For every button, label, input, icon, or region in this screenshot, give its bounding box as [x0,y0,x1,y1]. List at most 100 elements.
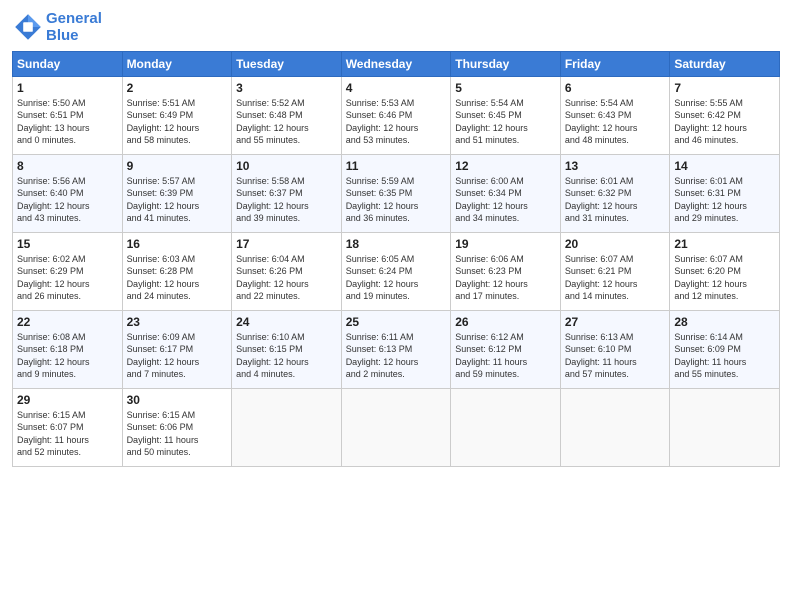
day-info: Sunrise: 6:02 AM Sunset: 6:29 PM Dayligh… [17,253,118,303]
calendar-cell: 21 Sunrise: 6:07 AM Sunset: 6:20 PM Dayli… [670,232,780,310]
calendar-cell: 14 Sunrise: 6:01 AM Sunset: 6:31 PM Dayli… [670,154,780,232]
day-number: 21 [674,237,775,251]
calendar-cell: 9 Sunrise: 5:57 AM Sunset: 6:39 PM Daylig… [122,154,232,232]
day-number: 20 [565,237,666,251]
day-number: 14 [674,159,775,173]
calendar-cell: 18 Sunrise: 6:05 AM Sunset: 6:24 PM Dayli… [341,232,451,310]
calendar-cell: 3 Sunrise: 5:52 AM Sunset: 6:48 PM Daylig… [232,76,342,154]
calendar-cell: 7Sunrise: 5:55 AM Sunset: 6:42 PM Daylig… [670,76,780,154]
day-info: Sunrise: 6:09 AM Sunset: 6:17 PM Dayligh… [127,331,228,381]
day-info: Sunrise: 6:01 AM Sunset: 6:31 PM Dayligh… [674,175,775,225]
day-number: 19 [455,237,556,251]
day-info: Sunrise: 6:07 AM Sunset: 6:21 PM Dayligh… [565,253,666,303]
calendar-cell: 10 Sunrise: 5:58 AM Sunset: 6:37 PM Dayli… [232,154,342,232]
day-number: 25 [346,315,447,329]
day-number: 28 [674,315,775,329]
day-info: Sunrise: 5:54 AM Sunset: 6:45 PM Dayligh… [455,97,556,147]
day-number: 2 [127,81,228,95]
day-info: Sunrise: 5:50 AM Sunset: 6:51 PM Dayligh… [17,97,118,147]
day-info: Sunrise: 6:04 AM Sunset: 6:26 PM Dayligh… [236,253,337,303]
calendar-cell: 22Sunrise: 6:08 AM Sunset: 6:18 PM Dayli… [13,310,123,388]
logo: General Blue [12,10,102,45]
day-info: Sunrise: 5:58 AM Sunset: 6:37 PM Dayligh… [236,175,337,225]
calendar-cell: 28 Sunrise: 6:14 AM Sunset: 6:09 PM Dayli… [670,310,780,388]
day-number: 7 [674,81,775,95]
calendar-cell: 30 Sunrise: 6:15 AM Sunset: 6:06 PM Dayli… [122,388,232,466]
weekday-header-monday: Monday [122,51,232,76]
calendar-cell [670,388,780,466]
day-info: Sunrise: 6:06 AM Sunset: 6:23 PM Dayligh… [455,253,556,303]
page-container: General Blue SundayMondayTuesdayWednesda… [0,0,792,477]
calendar-cell: 20 Sunrise: 6:07 AM Sunset: 6:21 PM Dayli… [560,232,670,310]
day-number: 11 [346,159,447,173]
day-number: 1 [17,81,118,95]
logo-icon [12,11,44,43]
day-info: Sunrise: 6:12 AM Sunset: 6:12 PM Dayligh… [455,331,556,381]
day-number: 29 [17,393,118,407]
day-info: Sunrise: 6:13 AM Sunset: 6:10 PM Dayligh… [565,331,666,381]
calendar-cell: 17 Sunrise: 6:04 AM Sunset: 6:26 PM Dayli… [232,232,342,310]
weekday-header-wednesday: Wednesday [341,51,451,76]
day-info: Sunrise: 6:15 AM Sunset: 6:07 PM Dayligh… [17,409,118,459]
day-number: 15 [17,237,118,251]
day-info: Sunrise: 6:07 AM Sunset: 6:20 PM Dayligh… [674,253,775,303]
calendar-cell: 2 Sunrise: 5:51 AM Sunset: 6:49 PM Daylig… [122,76,232,154]
day-info: Sunrise: 6:11 AM Sunset: 6:13 PM Dayligh… [346,331,447,381]
header: General Blue [12,10,780,45]
calendar-cell: 4Sunrise: 5:53 AM Sunset: 6:46 PM Daylig… [341,76,451,154]
day-info: Sunrise: 5:52 AM Sunset: 6:48 PM Dayligh… [236,97,337,147]
weekday-header-tuesday: Tuesday [232,51,342,76]
day-info: Sunrise: 6:03 AM Sunset: 6:28 PM Dayligh… [127,253,228,303]
day-number: 10 [236,159,337,173]
day-info: Sunrise: 5:59 AM Sunset: 6:35 PM Dayligh… [346,175,447,225]
day-number: 13 [565,159,666,173]
day-info: Sunrise: 5:53 AM Sunset: 6:46 PM Dayligh… [346,97,447,147]
calendar-cell [232,388,342,466]
day-info: Sunrise: 6:01 AM Sunset: 6:32 PM Dayligh… [565,175,666,225]
calendar-cell: 8 Sunrise: 5:56 AM Sunset: 6:40 PM Daylig… [13,154,123,232]
day-info: Sunrise: 5:54 AM Sunset: 6:43 PM Dayligh… [565,97,666,147]
day-number: 5 [455,81,556,95]
calendar-cell [451,388,561,466]
calendar-cell: 16 Sunrise: 6:03 AM Sunset: 6:28 PM Dayli… [122,232,232,310]
calendar-cell: 25 Sunrise: 6:11 AM Sunset: 6:13 PM Dayli… [341,310,451,388]
calendar-cell: 15 Sunrise: 6:02 AM Sunset: 6:29 PM Dayli… [13,232,123,310]
day-info: Sunrise: 6:14 AM Sunset: 6:09 PM Dayligh… [674,331,775,381]
calendar-table: SundayMondayTuesdayWednesdayThursdayFrid… [12,51,780,467]
calendar-cell: 1 Sunrise: 5:50 AM Sunset: 6:51 PM Daylig… [13,76,123,154]
calendar-week-4: 22Sunrise: 6:08 AM Sunset: 6:18 PM Dayli… [13,310,780,388]
day-number: 17 [236,237,337,251]
weekday-header-saturday: Saturday [670,51,780,76]
calendar-cell: 12 Sunrise: 6:00 AM Sunset: 6:34 PM Dayli… [451,154,561,232]
day-info: Sunrise: 6:05 AM Sunset: 6:24 PM Dayligh… [346,253,447,303]
day-number: 30 [127,393,228,407]
day-number: 12 [455,159,556,173]
calendar-cell: 5 Sunrise: 5:54 AM Sunset: 6:45 PM Daylig… [451,76,561,154]
day-number: 8 [17,159,118,173]
day-number: 18 [346,237,447,251]
weekday-header-friday: Friday [560,51,670,76]
day-number: 23 [127,315,228,329]
calendar-cell: 24Sunrise: 6:10 AM Sunset: 6:15 PM Dayli… [232,310,342,388]
day-number: 27 [565,315,666,329]
calendar-cell: 13 Sunrise: 6:01 AM Sunset: 6:32 PM Dayli… [560,154,670,232]
day-number: 16 [127,237,228,251]
day-number: 3 [236,81,337,95]
day-number: 26 [455,315,556,329]
day-info: Sunrise: 6:08 AM Sunset: 6:18 PM Dayligh… [17,331,118,381]
calendar-cell [560,388,670,466]
calendar-cell: 6 Sunrise: 5:54 AM Sunset: 6:43 PM Daylig… [560,76,670,154]
calendar-cell [341,388,451,466]
day-info: Sunrise: 5:57 AM Sunset: 6:39 PM Dayligh… [127,175,228,225]
day-number: 6 [565,81,666,95]
day-number: 9 [127,159,228,173]
day-info: Sunrise: 6:15 AM Sunset: 6:06 PM Dayligh… [127,409,228,459]
day-info: Sunrise: 6:00 AM Sunset: 6:34 PM Dayligh… [455,175,556,225]
day-info: Sunrise: 5:56 AM Sunset: 6:40 PM Dayligh… [17,175,118,225]
calendar-week-5: 29 Sunrise: 6:15 AM Sunset: 6:07 PM Dayli… [13,388,780,466]
calendar-week-1: 1 Sunrise: 5:50 AM Sunset: 6:51 PM Daylig… [13,76,780,154]
day-info: Sunrise: 5:51 AM Sunset: 6:49 PM Dayligh… [127,97,228,147]
calendar-cell: 29 Sunrise: 6:15 AM Sunset: 6:07 PM Dayli… [13,388,123,466]
weekday-header-row: SundayMondayTuesdayWednesdayThursdayFrid… [13,51,780,76]
calendar-cell: 19 Sunrise: 6:06 AM Sunset: 6:23 PM Dayli… [451,232,561,310]
